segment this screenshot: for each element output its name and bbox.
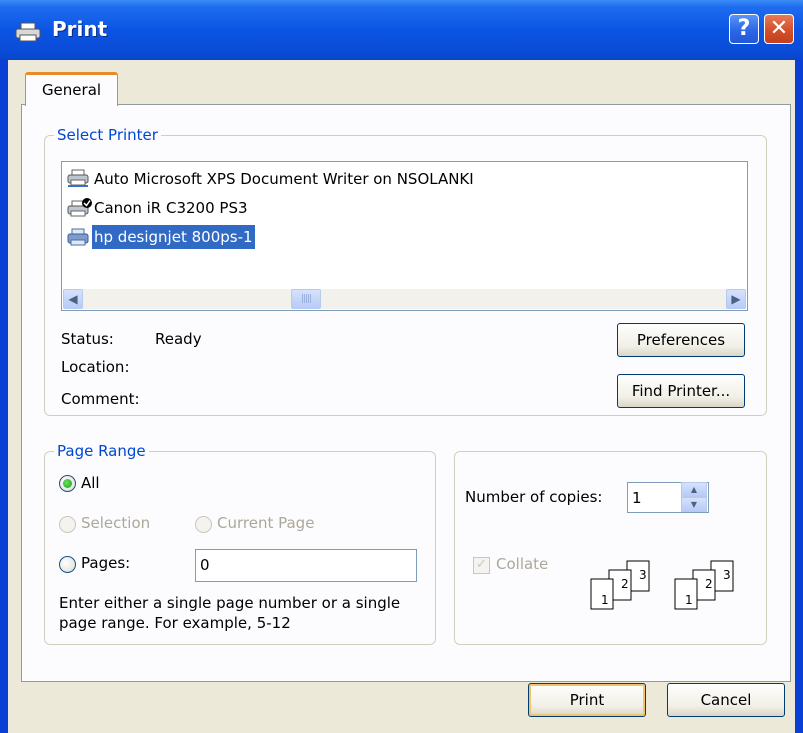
page-range-help-line2: page range. For example, 5-12 [59, 614, 291, 632]
chevron-left-icon: ◀ [68, 292, 78, 306]
collate-page-1: 1 [601, 593, 609, 607]
spin-down-icon[interactable]: ▼ [681, 497, 707, 512]
printer-list[interactable]: Auto Microsoft XPS Document Writer on NS… [61, 161, 748, 311]
close-icon: ✕ [769, 16, 789, 41]
pages-input[interactable]: 0 [195, 549, 417, 582]
printer-default-icon [67, 198, 92, 217]
print-dialog: Print ? ✕ General Select Printer Auto Mi… [0, 0, 803, 733]
select-printer-legend: Select Printer [54, 125, 161, 145]
help-button[interactable]: ? [729, 14, 759, 44]
comment-label: Comment: [61, 390, 140, 408]
copies-spinner[interactable]: ▲ ▼ [681, 482, 707, 512]
spin-up-icon[interactable]: ▲ [681, 482, 707, 497]
copies-group: Number of copies: 1 ▲ ▼ ✓ Collate 3 2 1 [454, 451, 767, 645]
printer-icon [67, 228, 89, 246]
current-page-label: Current Page [217, 514, 315, 532]
close-button[interactable]: ✕ [764, 14, 794, 44]
collate-page-3: 3 [723, 568, 731, 582]
checkmark-icon: ✓ [476, 557, 487, 572]
selection-label: Selection [81, 514, 151, 532]
pages-label: Pages: [81, 554, 131, 572]
collate-icon: 3 2 1 [590, 560, 650, 610]
location-label: Location: [61, 358, 130, 376]
cancel-button[interactable]: Cancel [667, 683, 785, 717]
printer-name: Auto Microsoft XPS Document Writer on NS… [94, 170, 474, 188]
printer-name: Canon iR C3200 PS3 [94, 199, 248, 217]
title-bar[interactable]: Print ? ✕ [0, 0, 803, 60]
general-tab-panel: Select Printer Auto Microsoft XPS Docume… [21, 104, 791, 682]
page-range-help-line1: Enter either a single page number or a s… [59, 594, 401, 612]
collate-checkbox[interactable]: ✓ [473, 557, 490, 574]
page-range-group: Page Range All Selection Current Page Pa… [44, 441, 436, 645]
all-radio[interactable] [59, 475, 76, 492]
dialog-client-area: General Select Printer Auto Microsoft XP… [8, 60, 795, 733]
all-label: All [81, 474, 100, 492]
page-range-legend: Page Range [54, 441, 149, 461]
collate-icon: 3 2 1 [674, 560, 734, 610]
collate-page-3: 3 [639, 568, 647, 582]
selection-radio[interactable] [59, 516, 76, 533]
chevron-right-icon: ▶ [731, 292, 741, 306]
find-printer-button[interactable]: Find Printer... [617, 374, 745, 408]
status-label: Status: [61, 330, 114, 348]
printer-icon [15, 22, 41, 42]
horizontal-scrollbar[interactable]: ◀ ||||| ▶ [63, 289, 746, 309]
pages-radio[interactable] [59, 556, 76, 573]
current-page-radio[interactable] [195, 516, 212, 533]
scroll-left-button[interactable]: ◀ [63, 289, 83, 309]
window-title: Print [52, 17, 108, 41]
radio-selected-dot [63, 479, 72, 488]
printer-name: hp designjet 800ps-1 [92, 225, 255, 249]
scroll-thumb[interactable]: ||||| [291, 289, 321, 309]
collate-page-1: 1 [685, 593, 693, 607]
number-of-copies-label: Number of copies: [465, 488, 603, 506]
printer-network-icon [67, 169, 89, 187]
print-button[interactable]: Print [528, 683, 646, 717]
status-value: Ready [155, 330, 202, 348]
collate-page-2: 2 [621, 577, 629, 591]
scroll-right-button[interactable]: ▶ [726, 289, 746, 309]
preferences-button[interactable]: Preferences [617, 323, 745, 357]
collate-page-2: 2 [705, 577, 713, 591]
select-printer-group: Select Printer Auto Microsoft XPS Docume… [44, 125, 767, 416]
collate-label: Collate [496, 555, 549, 573]
tab-general[interactable]: General [25, 72, 118, 106]
help-icon: ? [737, 16, 751, 41]
